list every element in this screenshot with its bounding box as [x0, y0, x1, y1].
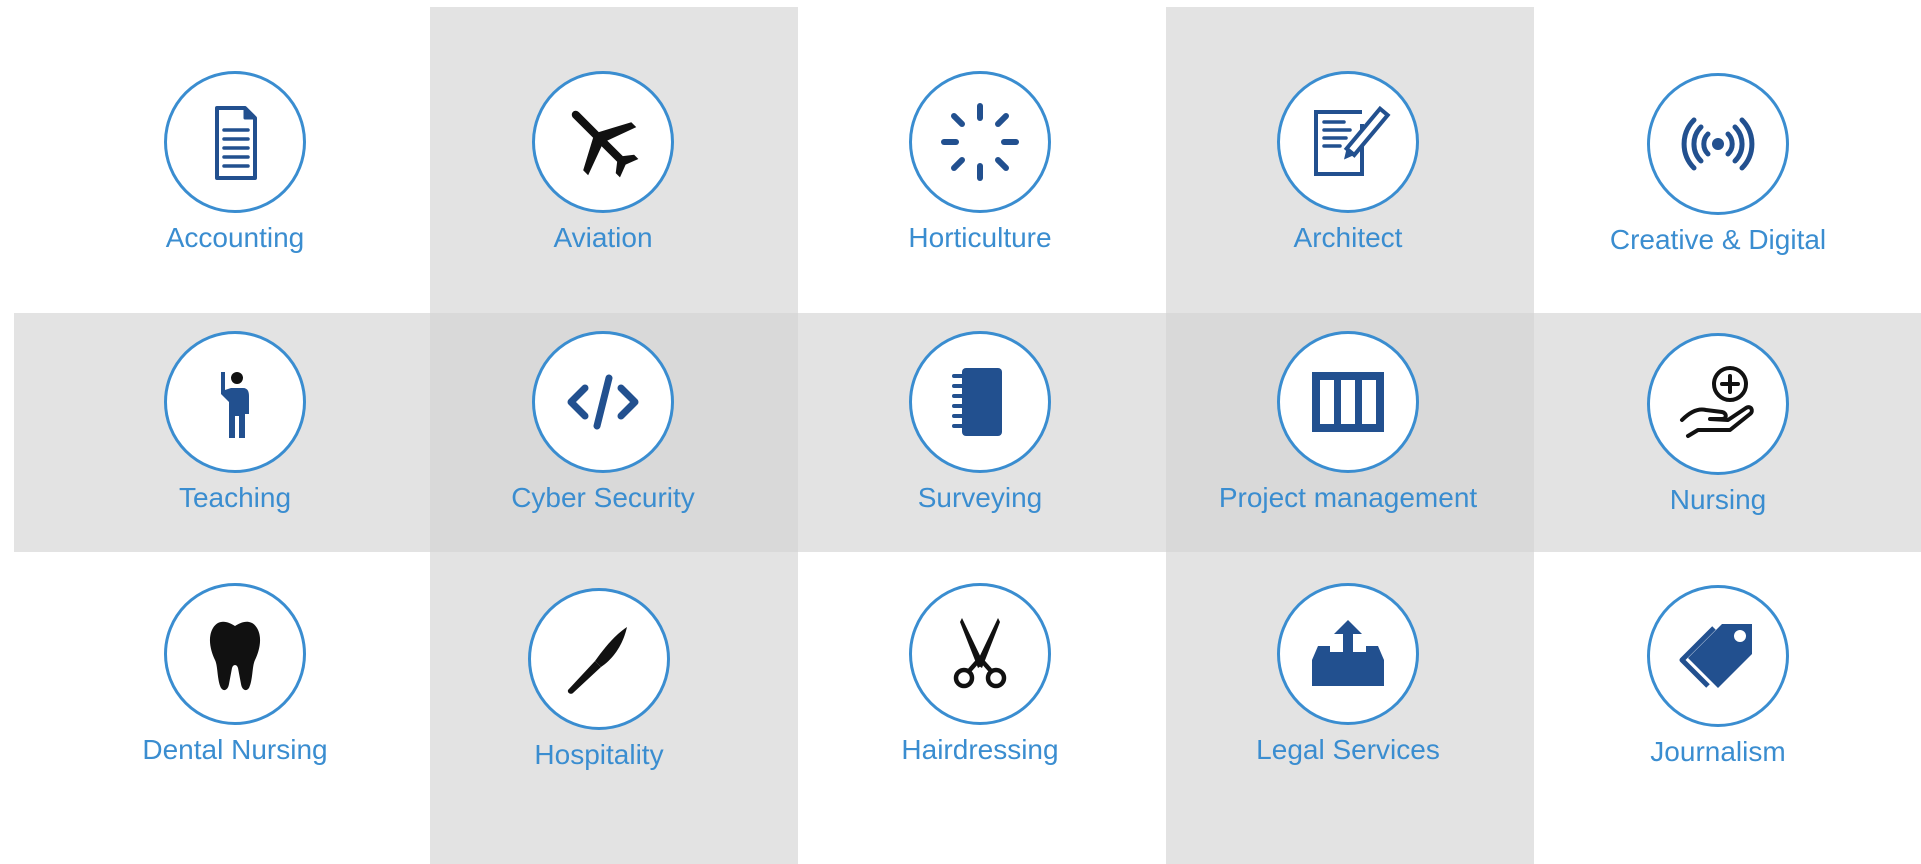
icon-circle — [164, 331, 306, 473]
icon-circle — [909, 583, 1051, 725]
tile-dental-nursing[interactable]: Dental Nursing — [85, 583, 385, 783]
tile-journalism[interactable]: Journalism — [1568, 585, 1868, 785]
tile-label: Aviation — [553, 222, 653, 253]
tile-horticulture[interactable]: Horticulture — [830, 71, 1130, 271]
tile-label: Project management — [1218, 482, 1478, 513]
tile-hospitality[interactable]: Hospitality — [449, 588, 749, 788]
columns-icon — [1312, 372, 1384, 432]
notebook-icon — [952, 368, 1002, 436]
tile-architect[interactable]: Architect — [1198, 71, 1498, 271]
icon-circle — [164, 71, 306, 213]
tile-label: Journalism — [1650, 736, 1786, 767]
icon-circle — [528, 588, 670, 730]
icon-circle — [1277, 331, 1419, 473]
tile-label: Hairdressing — [901, 734, 1059, 765]
tile-label: Accounting — [165, 222, 305, 253]
tile-project-management[interactable]: Project management — [1198, 331, 1498, 531]
tile-creative-digital[interactable]: Creative & Digital — [1568, 73, 1868, 273]
icon-circle — [164, 583, 306, 725]
icon-circle — [1277, 71, 1419, 213]
icon-circle — [532, 71, 674, 213]
icon-circle — [1647, 585, 1789, 727]
icon-circle — [909, 71, 1051, 213]
icon-circle — [909, 331, 1051, 473]
broadcast-icon — [1681, 117, 1755, 171]
tooth-icon — [209, 621, 261, 691]
tile-label: Hospitality — [534, 739, 664, 770]
tile-aviation[interactable]: Aviation — [453, 71, 753, 271]
teacher-icon — [221, 372, 249, 438]
tile-nursing[interactable]: Nursing — [1568, 333, 1868, 533]
icon-circle — [1647, 333, 1789, 475]
airplane-icon — [571, 110, 639, 178]
tile-label: Horticulture — [908, 222, 1052, 253]
scissors-icon — [953, 618, 1007, 689]
tile-label: Architect — [1293, 222, 1403, 253]
tile-surveying[interactable]: Surveying — [830, 331, 1130, 531]
icon-circle — [1277, 583, 1419, 725]
tile-accounting[interactable]: Accounting — [85, 71, 385, 271]
knife-icon — [567, 627, 627, 694]
tile-label: Teaching — [178, 482, 292, 513]
tile-label: Nursing — [1669, 484, 1767, 515]
tag-icon — [1679, 624, 1752, 688]
tile-teaching[interactable]: Teaching — [85, 331, 385, 531]
tile-hairdressing[interactable]: Hairdressing — [830, 583, 1130, 783]
code-icon — [567, 374, 639, 430]
tile-label: Creative & Digital — [1609, 224, 1827, 255]
tile-legal-services[interactable]: Legal Services — [1198, 583, 1498, 783]
edit-document-icon — [1314, 105, 1391, 176]
tile-cyber-security[interactable]: Cyber Security — [453, 331, 753, 531]
icon-circle — [1647, 73, 1789, 215]
tile-label: Legal Services — [1256, 734, 1440, 765]
tile-label: Surveying — [917, 482, 1043, 513]
tile-label: Dental Nursing — [142, 734, 328, 765]
tile-label: Cyber Security — [511, 482, 695, 513]
care-hand-plus-icon — [1680, 366, 1754, 438]
loading-spinner-icon — [941, 103, 1019, 181]
icon-circle — [532, 331, 674, 473]
inbox-upload-icon — [1312, 620, 1384, 686]
document-icon — [215, 106, 257, 180]
